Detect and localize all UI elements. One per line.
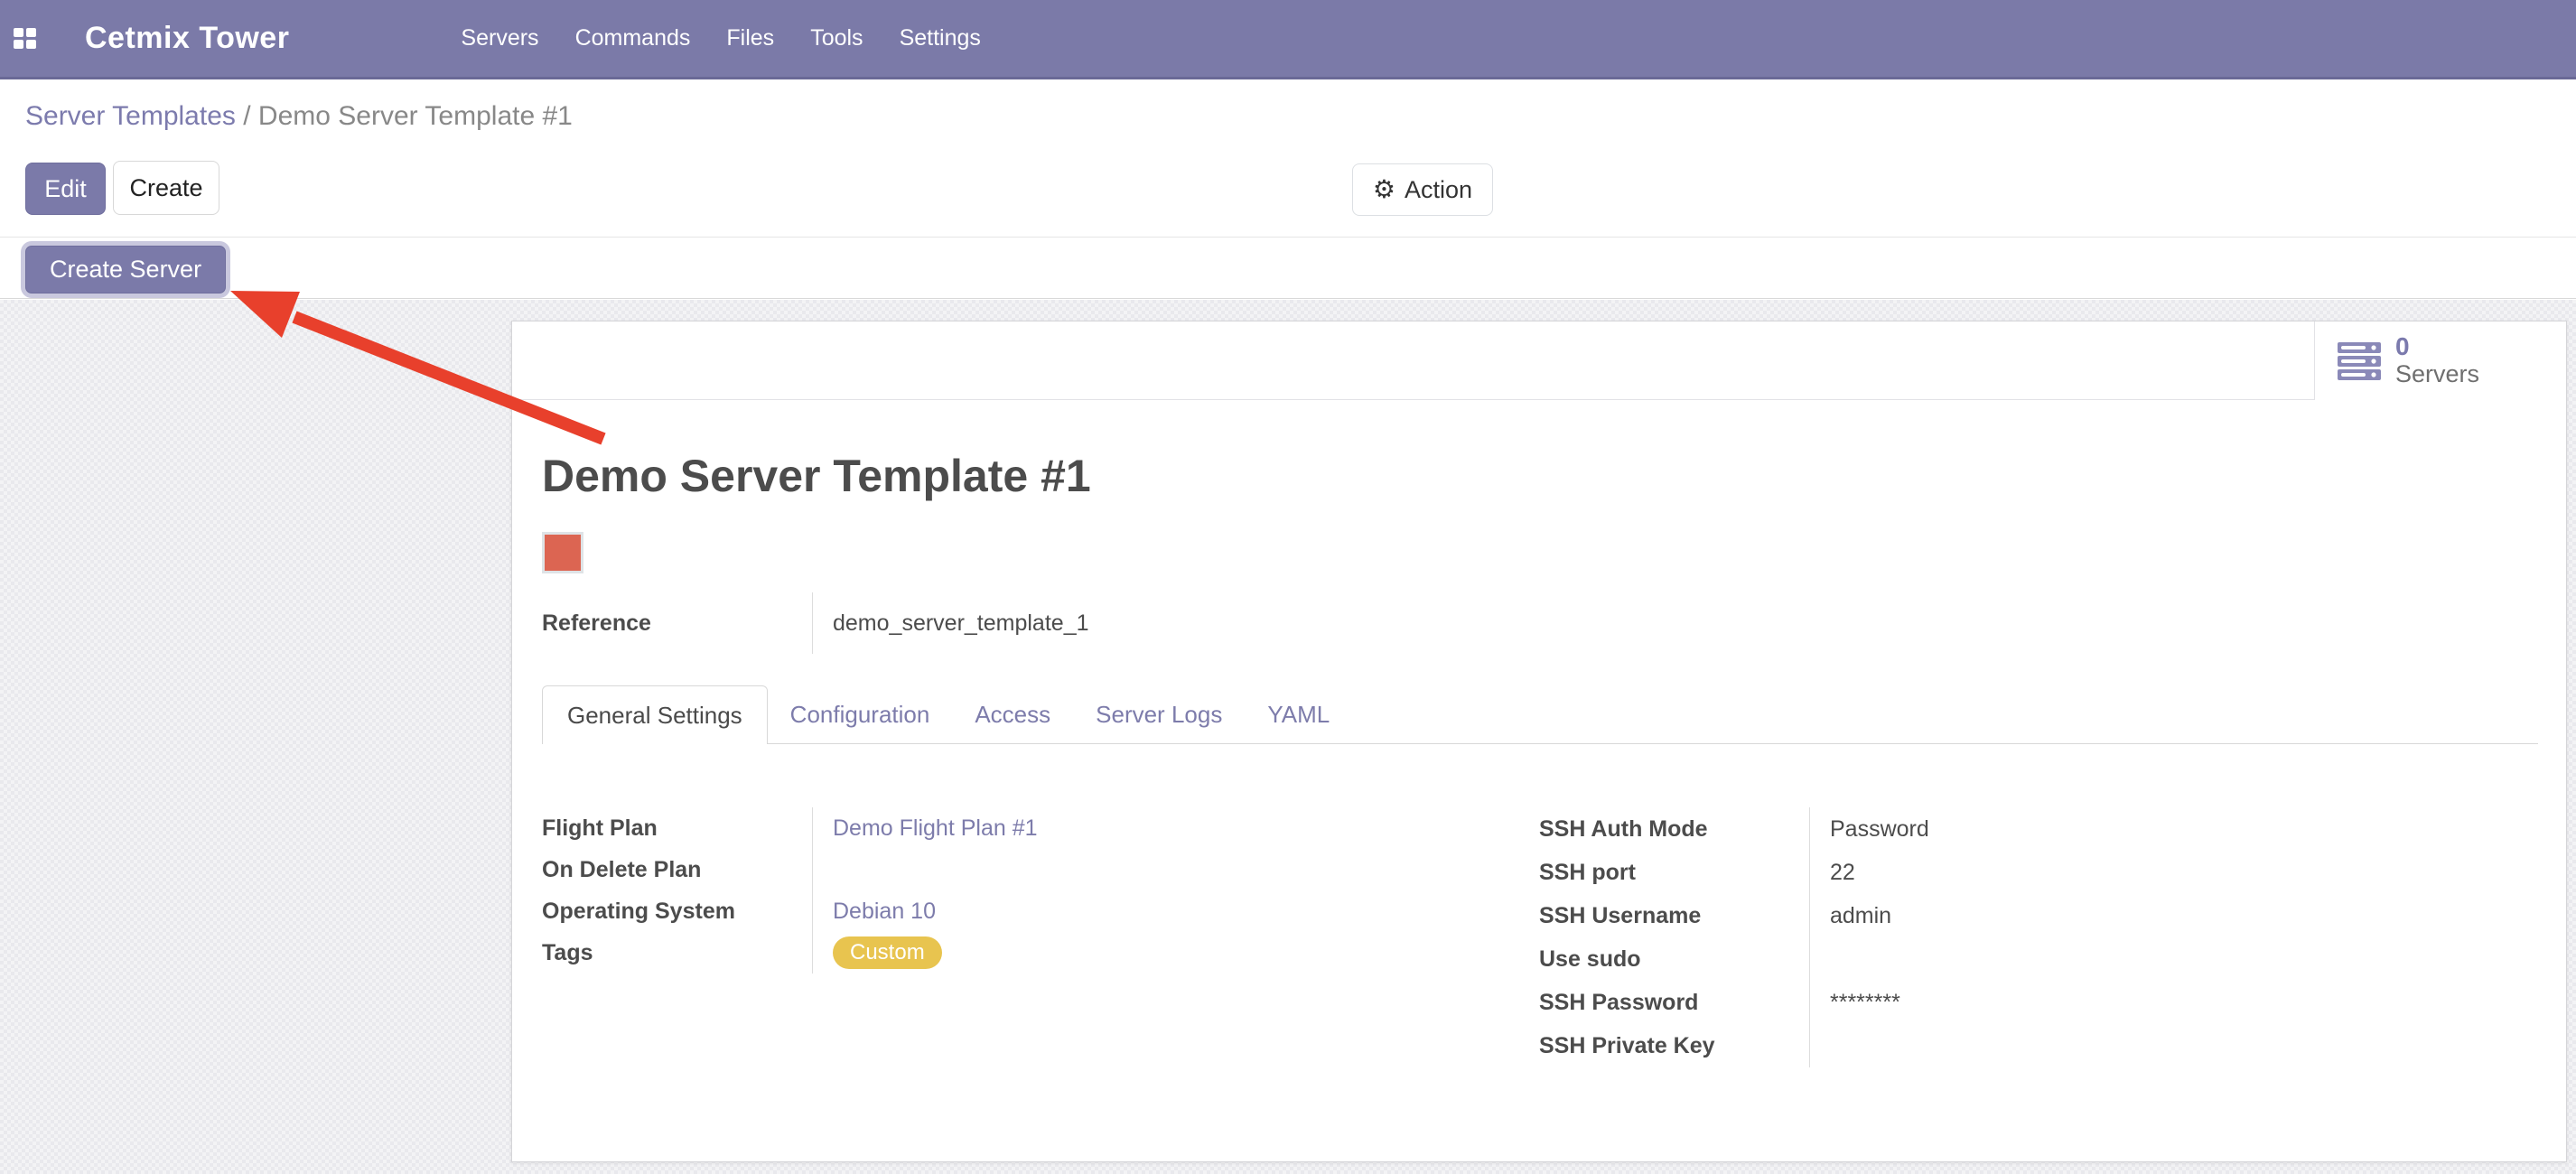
action-button-label: Action bbox=[1405, 176, 1472, 204]
field-row-operating-system: Operating System Debian 10 bbox=[542, 890, 1427, 932]
general-settings-right-group: SSH Auth Mode Password SSH port 22 SSH U… bbox=[1539, 807, 2424, 1067]
ssh-auth-mode-value: Password bbox=[1810, 807, 1929, 851]
breadcrumb-parent-link[interactable]: Server Templates bbox=[25, 101, 236, 131]
field-row-ssh-port: SSH port 22 bbox=[1539, 851, 2424, 894]
nav-item-servers[interactable]: Servers bbox=[443, 0, 556, 77]
ssh-port-value: 22 bbox=[1810, 851, 1855, 894]
app-brand[interactable]: Cetmix Tower bbox=[85, 21, 289, 56]
field-row-tags: Tags Custom bbox=[542, 932, 1427, 974]
general-settings-left-group: Flight Plan Demo Flight Plan #1 On Delet… bbox=[542, 807, 1427, 974]
nav-item-settings[interactable]: Settings bbox=[882, 0, 999, 77]
server-stack-icon bbox=[2338, 342, 2381, 380]
ssh-username-value: admin bbox=[1810, 894, 1891, 937]
use-sudo-label: Use sudo bbox=[1539, 937, 1810, 981]
servers-stat-button[interactable]: 0 Servers bbox=[2314, 321, 2566, 400]
content-area: 0 Servers Demo Server Template #1 Refere… bbox=[0, 300, 2576, 1174]
on-delete-plan-value bbox=[813, 849, 833, 890]
field-row-ssh-auth-mode: SSH Auth Mode Password bbox=[1539, 807, 2424, 851]
form-sheet: 0 Servers Demo Server Template #1 Refere… bbox=[511, 321, 2567, 1162]
ssh-private-key-value bbox=[1810, 1024, 1830, 1067]
tab-general-settings[interactable]: General Settings bbox=[542, 685, 768, 744]
flight-plan-value-link[interactable]: Demo Flight Plan #1 bbox=[813, 807, 1038, 849]
servers-count-label: Servers bbox=[2395, 361, 2479, 388]
breadcrumb-current: Demo Server Template #1 bbox=[258, 101, 573, 131]
field-row-on-delete-plan: On Delete Plan bbox=[542, 849, 1427, 890]
field-row-ssh-password: SSH Password ******** bbox=[1539, 981, 2424, 1024]
page: Cetmix Tower Servers Commands Files Tool… bbox=[0, 0, 2576, 1174]
flight-plan-label: Flight Plan bbox=[542, 807, 813, 849]
nav-item-commands[interactable]: Commands bbox=[557, 0, 709, 77]
tab-server-logs[interactable]: Server Logs bbox=[1073, 686, 1245, 743]
color-swatch bbox=[542, 532, 583, 573]
edit-button[interactable]: Edit bbox=[25, 163, 106, 215]
reference-label: Reference bbox=[542, 592, 813, 654]
nav-item-files[interactable]: Files bbox=[708, 0, 792, 77]
top-navbar: Cetmix Tower Servers Commands Files Tool… bbox=[0, 0, 2576, 79]
apps-grid-icon[interactable] bbox=[14, 28, 37, 49]
operating-system-label: Operating System bbox=[542, 890, 813, 932]
create-server-button[interactable]: Create Server bbox=[25, 246, 226, 294]
nav-item-tools[interactable]: Tools bbox=[792, 0, 881, 77]
tab-configuration[interactable]: Configuration bbox=[768, 686, 953, 743]
tag-badge-custom: Custom bbox=[833, 936, 942, 969]
nav-menu: Servers Commands Files Tools Settings bbox=[443, 0, 998, 77]
field-row-use-sudo: Use sudo bbox=[1539, 937, 2424, 981]
notebook-tabs: General Settings Configuration Access Se… bbox=[542, 685, 2538, 744]
field-row-flight-plan: Flight Plan Demo Flight Plan #1 bbox=[542, 807, 1427, 849]
reference-row: Reference demo_server_template_1 bbox=[542, 592, 1089, 654]
ssh-auth-mode-label: SSH Auth Mode bbox=[1539, 807, 1810, 851]
field-row-ssh-private-key: SSH Private Key bbox=[1539, 1024, 2424, 1067]
on-delete-plan-label: On Delete Plan bbox=[542, 849, 813, 890]
operating-system-value-link[interactable]: Debian 10 bbox=[813, 890, 936, 932]
button-box-row: 0 Servers bbox=[512, 321, 2566, 400]
create-button[interactable]: Create bbox=[113, 161, 219, 215]
record-title: Demo Server Template #1 bbox=[542, 450, 1091, 502]
servers-count: 0 bbox=[2395, 333, 2479, 361]
servers-stat-text: 0 Servers bbox=[2395, 333, 2479, 387]
ssh-password-value: ******** bbox=[1810, 981, 1900, 1024]
breadcrumb-separator: / bbox=[236, 101, 258, 131]
ssh-private-key-label: SSH Private Key bbox=[1539, 1024, 1810, 1067]
tags-label: Tags bbox=[542, 932, 813, 974]
action-button[interactable]: ⚙ Action bbox=[1352, 163, 1493, 216]
reference-value: demo_server_template_1 bbox=[813, 592, 1089, 654]
breadcrumb: Server Templates / Demo Server Template … bbox=[25, 101, 573, 132]
ssh-username-label: SSH Username bbox=[1539, 894, 1810, 937]
ssh-port-label: SSH port bbox=[1539, 851, 1810, 894]
tab-access[interactable]: Access bbox=[952, 686, 1073, 743]
tags-value: Custom bbox=[813, 932, 942, 974]
tab-yaml[interactable]: YAML bbox=[1245, 686, 1352, 743]
ssh-password-label: SSH Password bbox=[1539, 981, 1810, 1024]
use-sudo-value bbox=[1810, 937, 1830, 981]
field-row-ssh-username: SSH Username admin bbox=[1539, 894, 2424, 937]
statusbar: Create Server bbox=[0, 238, 2576, 299]
gear-icon: ⚙ bbox=[1373, 177, 1395, 202]
